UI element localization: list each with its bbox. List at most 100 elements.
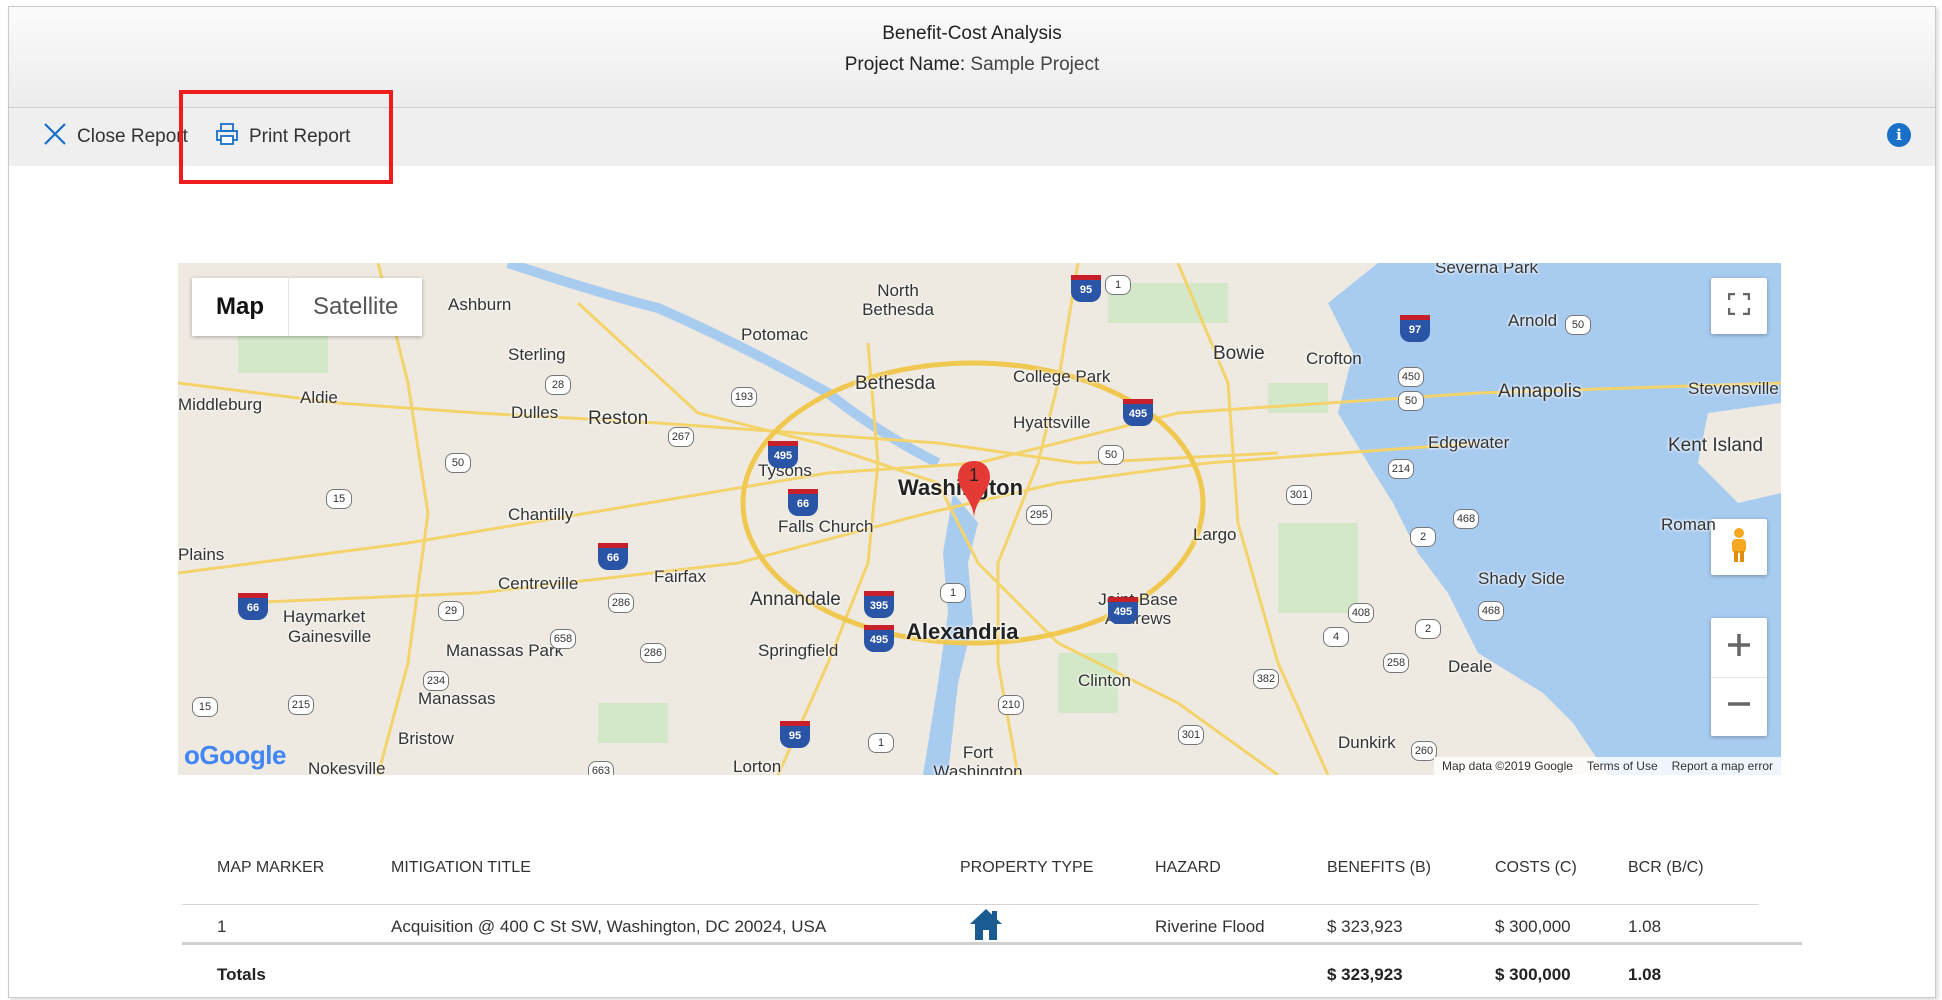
zoom-out-button[interactable] [1711,678,1767,736]
column-header-map-marker: MAP MARKER [217,859,325,876]
place-label: Bowie [1213,343,1265,364]
route-shield-icon: 50 [1565,315,1591,335]
route-shield-icon: 267 [668,427,694,447]
row-map-marker: 1 [217,917,227,936]
route-shield-icon: 15 [192,697,218,717]
totals-divider [182,942,1802,945]
column-header-hazard: HAZARD [1155,859,1221,876]
totals-benefits: $ 323,923 [1327,965,1403,984]
place-label: Roman [1661,515,1716,534]
table-header-divider [182,904,1758,905]
column-header-mitigation-title: MITIGATION TITLE [391,859,531,876]
place-label: Centreville [498,574,579,593]
report-map-error-link[interactable]: Report a map error [1672,759,1773,773]
place-label: Falls Church [778,517,874,536]
interstate-shield-icon: 495 [1123,399,1153,426]
route-shield-icon: 2 [1415,619,1441,639]
place-label: Potomac [741,325,809,344]
route-shield-icon: 215 [288,695,314,715]
map-view[interactable]: Map Satellite Ashburn North Bethesda Pot… [178,263,1781,775]
place-label: Sterling [508,345,566,364]
route-shield-icon: 468 [1478,601,1504,621]
route-shield-icon: 193 [731,387,757,407]
place-label: Joint Base Andrews [1098,590,1178,628]
close-report-label: Close Report [77,126,188,147]
column-header-costs: COSTS (C) [1495,859,1577,876]
route-shield-icon: 1 [868,733,894,753]
place-label: Fairfax [654,567,706,586]
place-label: Fort Washington [933,743,1023,775]
totals-bcr: 1.08 [1628,965,1662,984]
project-name: Sample Project [970,54,1100,75]
close-icon [43,122,67,152]
place-label: Shady Side [1478,569,1565,588]
place-label: Crofton [1306,349,1362,368]
place-label: Dunkirk [1338,733,1396,752]
row-bcr: 1.08 [1628,917,1662,936]
route-shield-icon: 234 [423,671,449,691]
zoom-controls [1711,618,1767,736]
map-marker-pin[interactable]: 1 [958,461,990,519]
route-shield-icon: 15 [326,489,352,509]
zoom-in-button[interactable] [1711,619,1767,678]
pegman-icon [1728,527,1750,568]
route-shield-icon: 295 [1026,505,1052,525]
place-label: Aldie [300,388,338,407]
route-shield-icon: 286 [640,643,666,663]
place-label: Springfield [758,641,839,660]
print-highlight-box [179,90,393,184]
place-label: Clinton [1078,671,1131,690]
place-label: Alexandria [906,619,1019,644]
project-label: Project Name: [844,54,966,75]
street-view-pegman-button[interactable] [1711,519,1767,575]
route-shield-icon: 50 [1398,391,1424,411]
interstate-shield-icon: 495 [864,625,894,652]
place-label: Stevensville [1688,379,1779,398]
place-label: Reston [588,408,649,429]
route-shield-icon: 4 [1323,627,1349,647]
place-label: Largo [1193,525,1237,544]
map-type-satellite-button[interactable]: Satellite [289,278,422,336]
interstate-shield-icon: 495 [768,441,798,468]
info-icon[interactable]: i [1887,123,1911,147]
totals-label: Totals [217,965,266,984]
plus-icon [1726,632,1752,663]
place-label: Annandale [750,589,841,610]
route-shield-icon: 28 [545,375,571,395]
column-header-property-type: PROPERTY TYPE [960,859,1094,876]
place-label: Severna Park [1435,263,1538,277]
google-logo-text: Google [199,740,286,770]
terms-of-use-link[interactable]: Terms of Use [1587,759,1658,773]
route-shield-icon: 408 [1348,603,1374,623]
place-label: Nokesville [308,759,386,775]
route-shield-icon: 214 [1388,459,1414,479]
report-window: Benefit-Cost Analysis Project Name: Samp… [8,6,1936,998]
route-shield-icon: 450 [1398,367,1424,387]
route-shield-icon: 210 [998,695,1024,715]
row-mitigation-title: Acquisition @ 400 C St SW, Washington, D… [391,917,827,936]
place-label: Middleburg [178,395,263,414]
interstate-shield-icon: 66 [598,543,628,570]
interstate-shield-icon: 395 [864,591,894,618]
place-label: Manassas Park [446,641,564,660]
map-type-toggle: Map Satellite [192,278,423,336]
project-line: Project Name: Sample Project [9,54,1935,76]
place-label: College Park [1013,367,1111,386]
place-label: Gainesville [288,627,372,646]
totals-costs: $ 300,000 [1495,965,1571,984]
interstate-shield-icon: 66 [238,593,268,620]
map-type-map-button[interactable]: Map [192,278,289,336]
minus-icon [1726,691,1752,722]
place-label: North Bethesda [862,281,934,319]
route-shield-icon: 1 [1105,275,1131,295]
interstate-shield-icon: 97 [1400,315,1430,342]
place-label: Manassas [418,689,496,708]
place-label: Lorton [733,757,782,775]
place-label: Hyattsville [1013,413,1091,432]
google-logo: oGoogle [184,740,286,770]
route-shield-icon: 301 [1286,485,1312,505]
fullscreen-button[interactable] [1711,278,1767,334]
close-report-button[interactable]: Close Report [43,108,188,166]
route-shield-icon: 663 [588,761,614,775]
place-label: Arnold [1508,311,1558,330]
